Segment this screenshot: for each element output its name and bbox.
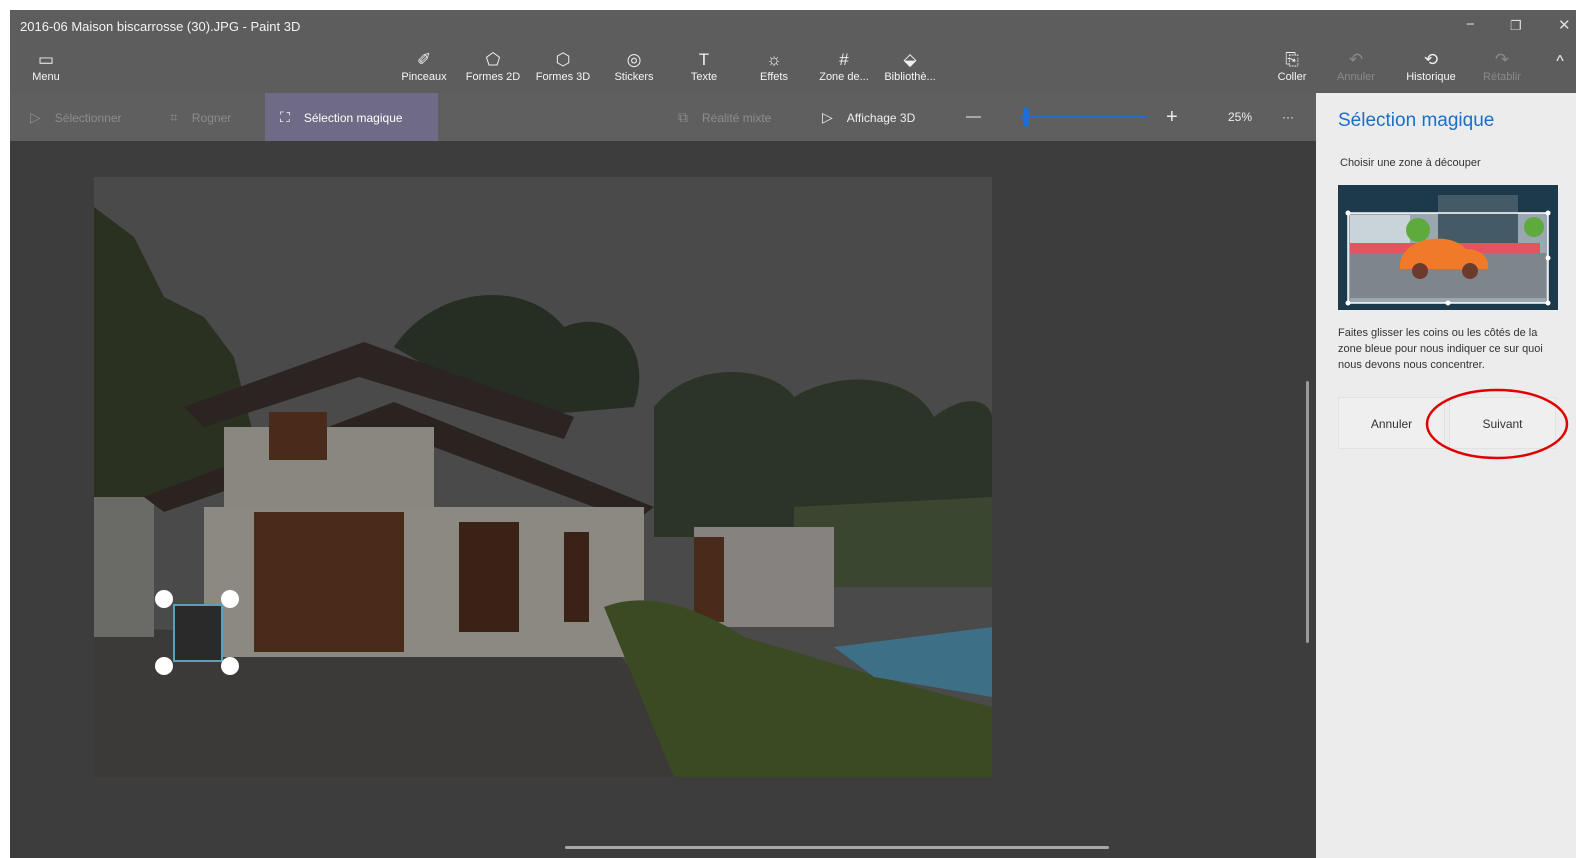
mixed-reality-button[interactable]: ⧉ Réalité mixte <box>678 93 771 141</box>
select-label: Sélectionner <box>54 111 122 125</box>
tool-label: Formes 2D <box>465 71 521 83</box>
view-3d-label: Affichage 3D <box>846 111 916 125</box>
magic-select-illustration <box>1338 185 1558 310</box>
view-3d-button[interactable]: ▷ Affichage 3D <box>822 93 915 141</box>
tool-shapes-2d[interactable]: ⬠ Formes 2D <box>462 49 524 83</box>
panel-title: Sélection magique <box>1338 110 1495 131</box>
zoom-in-button[interactable]: + <box>1166 93 1178 141</box>
paste-icon: ⎘ <box>1285 50 1299 69</box>
canvas-photo[interactable] <box>94 177 992 777</box>
paste-label: Coller <box>1277 71 1307 83</box>
tool-label: Zone de... <box>819 71 869 83</box>
view-3d-icon: ▷ <box>822 109 833 125</box>
tool-stickers[interactable]: ◎ Stickers <box>608 49 660 83</box>
redo-label: Rétablir <box>1483 71 1521 83</box>
tool-shapes-3d[interactable]: ⬡ Formes 3D <box>532 49 594 83</box>
library-icon: ⬙ <box>903 50 917 69</box>
undo-icon: ↶ <box>1348 50 1364 69</box>
history-icon: ⟲ <box>1423 50 1439 69</box>
tool-canvas[interactable]: # Zone de... <box>814 49 874 83</box>
tool-label: Stickers <box>614 71 654 83</box>
tool-text[interactable]: T Texte <box>682 49 726 83</box>
panel-description: Faites glisser les coins ou les côtés de… <box>1338 327 1543 371</box>
redo-button[interactable]: ↷ Rétablir <box>1478 49 1526 83</box>
title-bar: 2016-06 Maison biscarrosse (30).JPG - Pa… <box>10 10 1576 44</box>
tool-label: Texte <box>690 71 718 83</box>
zoom-slider-thumb[interactable] <box>1023 107 1030 127</box>
magic-select-label: Sélection magique <box>303 111 403 125</box>
horizontal-scrollbar[interactable] <box>565 846 1109 849</box>
mixed-reality-label: Réalité mixte <box>702 111 772 125</box>
select-tool[interactable]: ▷ Sélectionner <box>30 93 122 141</box>
brush-icon: ✐ <box>416 50 432 69</box>
tool-brushes[interactable]: ✐ Pinceaux <box>398 49 450 83</box>
canvas-icon: # <box>839 50 849 69</box>
cursor-icon: ▷ <box>30 109 41 125</box>
house-photo-image <box>94 177 992 777</box>
collapse-toolbar-button[interactable]: ^ <box>1548 53 1572 70</box>
stickers-icon: ◎ <box>626 50 642 69</box>
menu-label: Menu <box>32 71 60 83</box>
history-button[interactable]: ⟲ Historique <box>1400 49 1462 83</box>
effects-icon: ☼ <box>766 50 782 69</box>
canvas-area[interactable] <box>10 141 1316 858</box>
chevron-up-icon: ^ <box>1556 53 1564 70</box>
text-icon: T <box>698 50 710 69</box>
magic-select-icon: ⛶ <box>280 109 290 125</box>
mixed-reality-icon: ⧉ <box>678 109 688 125</box>
more-options-button[interactable]: ··· <box>1282 93 1294 141</box>
tool-label: Effets <box>760 71 788 83</box>
menu-folder-icon: ▭ <box>37 50 55 69</box>
vertical-scrollbar[interactable] <box>1306 381 1309 643</box>
history-label: Historique <box>1406 71 1456 83</box>
magic-select-tool[interactable]: ⛶ Sélection magique <box>280 93 403 141</box>
window-title: 2016-06 Maison biscarrosse (30).JPG - Pa… <box>20 19 301 34</box>
zoom-slider-track[interactable] <box>1020 116 1148 118</box>
tool-label: Bibliothè... <box>884 71 936 83</box>
crop-icon: ⌗ <box>170 109 178 125</box>
tool-effects[interactable]: ☼ Effets <box>752 49 796 83</box>
magic-select-panel: Sélection magique Choisir une zone à déc… <box>1316 93 1576 858</box>
crop-tool[interactable]: ⌗ Rogner <box>170 93 231 141</box>
zoom-level[interactable]: 25% <box>1228 93 1252 141</box>
minimize-button[interactable]: − <box>1466 16 1475 33</box>
main-toolbar: ▭ Menu ✐ Pinceaux ⬠ Formes 2D ⬡ Formes 3… <box>10 44 1576 93</box>
tool-label: Pinceaux <box>401 71 447 83</box>
close-button[interactable]: ✕ <box>1558 16 1571 34</box>
app-window: 2016-06 Maison biscarrosse (30).JPG - Pa… <box>10 10 1576 858</box>
red-circle-annotation <box>1425 388 1569 460</box>
crop-label: Rogner <box>191 111 232 125</box>
undo-label: Annuler <box>1337 71 1375 83</box>
car-illustration-icon <box>1338 185 1558 310</box>
shapes-3d-icon: ⬡ <box>555 50 571 69</box>
panel-subtitle: Choisir une zone à découper <box>1340 157 1481 169</box>
paste-button[interactable]: ⎘ Coller <box>1272 49 1312 83</box>
menu-button[interactable]: ▭ Menu <box>26 49 66 83</box>
tool-library[interactable]: ⬙ Bibliothè... <box>878 49 942 83</box>
shapes-2d-icon: ⬠ <box>485 50 501 69</box>
zoom-out-button[interactable]: — <box>966 93 981 141</box>
undo-button[interactable]: ↶ Annuler <box>1332 49 1380 83</box>
maximize-button[interactable]: ❐ <box>1510 18 1522 34</box>
tool-label: Formes 3D <box>535 71 591 83</box>
redo-icon: ↷ <box>1494 50 1510 69</box>
sub-toolbar: ▷ Sélectionner ⌗ Rogner ⛶ Sélection magique… <box>10 93 1316 141</box>
